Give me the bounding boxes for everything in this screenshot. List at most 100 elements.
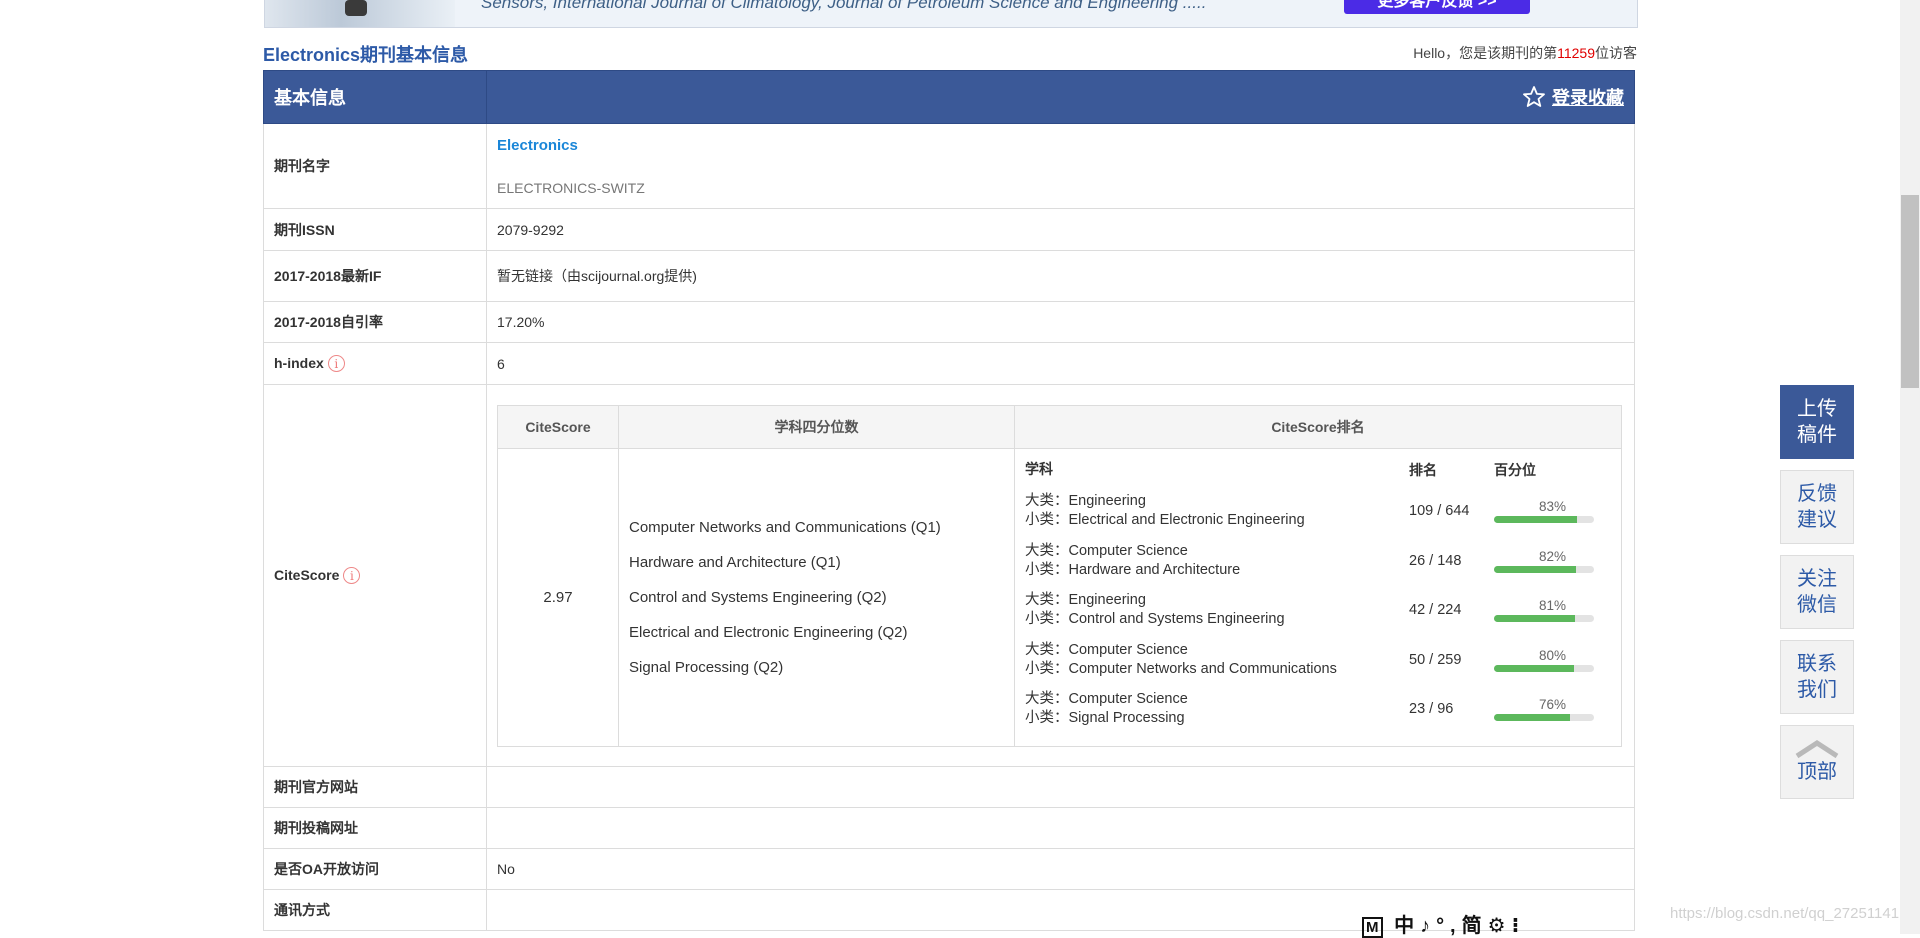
ranking-row: 大类：Computer Science 小类：Computer Networks …	[1025, 635, 1611, 685]
percentile-fill	[1494, 664, 1574, 672]
row-h-index: h-index i 6	[263, 342, 1635, 385]
header-actions: 登录收藏	[486, 70, 1635, 124]
major-prefix: 大类：	[1025, 641, 1069, 658]
scrollbar-thumb[interactable]	[1901, 195, 1919, 388]
percentile-fill	[1494, 615, 1575, 622]
rank-value: 109 / 644	[1409, 503, 1470, 519]
chevron-up-icon	[1795, 740, 1839, 759]
major-prefix: 大类：	[1025, 691, 1069, 707]
row-label: 是否OA开放访问	[263, 848, 487, 890]
row-label: 期刊官方网站	[263, 766, 487, 808]
row-label: 期刊ISSN	[263, 208, 487, 251]
citescore-header-row: CiteScore 学科四分位数 CiteScore排名	[497, 404, 1622, 449]
rank-minor: 小类：Computer Networks and Communications	[1025, 660, 1409, 679]
percentile-label: 81%	[1538, 598, 1566, 613]
follow-wechat-button[interactable]: 关注 微信	[1780, 555, 1854, 629]
major-prefix: 大类：	[1025, 542, 1069, 559]
percentile-fill	[1494, 516, 1577, 523]
row-journal-name: 期刊名字 Electronics ELECTRONICS-SWITZ	[263, 123, 1635, 209]
ranking-row: 大类：Engineering 小类：Control and Systems Eng…	[1025, 585, 1611, 635]
row-label: CiteScore	[274, 566, 340, 583]
contact-us-button[interactable]: 联系 我们	[1780, 640, 1854, 714]
major-subject: Computer Science	[1068, 542, 1188, 559]
button-line: 联系	[1797, 653, 1837, 675]
row-label: 2017-2018自引率	[263, 301, 487, 343]
row-citescore: CiteScore i CiteScore 学科四分位数 CiteScore排名 …	[263, 384, 1635, 767]
quartile-item: Computer Networks and Communications (Q1…	[629, 518, 941, 536]
percentile: 80%	[1494, 648, 1594, 672]
minor-prefix: 小类：	[1025, 561, 1069, 578]
journal-name-link[interactable]: Electronics	[497, 137, 1624, 154]
back-to-top-button[interactable]: 顶部	[1780, 725, 1854, 799]
rank-col-percentile: 百分位	[1494, 462, 1536, 479]
quartile-list: Computer Networks and Communications (Q1…	[618, 447, 1015, 747]
banner-more-button[interactable]: 更多客户反馈 >>	[1344, 0, 1530, 14]
rank-minor: 小类：Electrical and Electronic Engineering	[1025, 511, 1409, 530]
info-icon[interactable]: i	[327, 355, 345, 373]
ranking-row: 大类：Computer Science 小类：Signal Processing 2…	[1025, 684, 1611, 734]
minor-prefix: 小类：	[1025, 611, 1069, 627]
citescore-value: 2.97	[497, 447, 619, 747]
major-prefix: 大类：	[1025, 592, 1069, 608]
visitor-prefix: Hello，您是该期刊的第	[1413, 45, 1558, 61]
percentile: 76%	[1494, 697, 1594, 721]
promo-banner[interactable]: Sensors, International Journal of Climat…	[264, 0, 1638, 28]
minor-subject: Computer Networks and Communications	[1068, 660, 1337, 677]
banner-image	[265, 0, 455, 27]
visitor-count: 11259	[1557, 45, 1595, 61]
ranking-header: 学科 排名 百分位	[1025, 460, 1611, 480]
favorite-link[interactable]: 登录收藏	[1522, 84, 1624, 110]
percentile: 82%	[1494, 549, 1594, 573]
row-label: 期刊名字	[263, 123, 487, 209]
vertical-scrollbar[interactable]	[1900, 0, 1920, 934]
row-value: 17.20%	[486, 301, 1635, 343]
button-line: 建议	[1797, 509, 1837, 531]
row-value: No	[486, 848, 1635, 890]
percentile-bar	[1494, 516, 1594, 523]
row-value: 6	[486, 342, 1635, 385]
button-line: 顶部	[1797, 761, 1837, 783]
rank-major: 大类：Computer Science	[1025, 690, 1409, 709]
row-label: 通讯方式	[263, 889, 487, 931]
rank-minor: 小类：Control and Systems Engineering	[1025, 610, 1409, 629]
feedback-button[interactable]: 反馈 建议	[1780, 470, 1854, 544]
row-label: 期刊投稿网址	[263, 807, 487, 849]
row-label: 2017-2018最新IF	[263, 250, 487, 302]
row-value: Electronics ELECTRONICS-SWITZ	[486, 123, 1635, 209]
rank-major: 大类：Computer Science	[1025, 641, 1409, 660]
row-website: 期刊官方网站	[263, 766, 1635, 808]
rank-col-subject: 学科	[1025, 461, 1053, 478]
upload-manuscript-button[interactable]: 上传 稿件	[1780, 385, 1854, 459]
major-subject: Engineering	[1068, 493, 1146, 509]
star-icon	[1523, 86, 1545, 107]
major-prefix: 大类：	[1025, 493, 1069, 509]
row-open-access: 是否OA开放访问 No	[263, 848, 1635, 890]
percentile-label: 80%	[1538, 647, 1566, 663]
minor-prefix: 小类：	[1025, 512, 1069, 528]
rank-subject: 大类：Computer Science 小类：Computer Networks …	[1025, 641, 1409, 679]
ranking-row: 大类：Computer Science 小类：Hardware and Archi…	[1025, 536, 1611, 586]
percentile-fill	[1494, 565, 1576, 573]
percentile-bar	[1494, 664, 1594, 672]
info-icon[interactable]: i	[343, 567, 361, 585]
button-line: 关注	[1797, 568, 1837, 590]
rank-col-rank: 排名	[1409, 462, 1437, 479]
row-value	[486, 807, 1635, 849]
percentile-bar	[1494, 714, 1594, 721]
citescore-body-row: 2.97 Computer Networks and Communication…	[497, 447, 1622, 747]
rank-subject: 大类：Computer Science 小类：Hardware and Archi…	[1025, 542, 1409, 580]
favorite-label: 登录收藏	[1552, 88, 1624, 108]
ime-mode-icon[interactable]: M	[1362, 917, 1383, 938]
watermark: https://blog.csdn.net/qq_27251141	[1670, 905, 1900, 922]
col-quartiles: 学科四分位数	[618, 404, 1015, 449]
button-line: 微信	[1797, 594, 1837, 616]
percentile-label: 83%	[1538, 499, 1566, 514]
percentile-bar	[1494, 615, 1594, 622]
visitor-suffix: 位访客	[1595, 45, 1637, 61]
rank-minor: 小类：Signal Processing	[1025, 709, 1409, 728]
major-subject: Computer Science	[1068, 691, 1188, 707]
row-issn: 期刊ISSN 2079-9292	[263, 208, 1635, 251]
minor-prefix: 小类：	[1025, 710, 1069, 726]
row-value	[486, 766, 1635, 808]
section-label: 基本信息	[263, 70, 487, 124]
